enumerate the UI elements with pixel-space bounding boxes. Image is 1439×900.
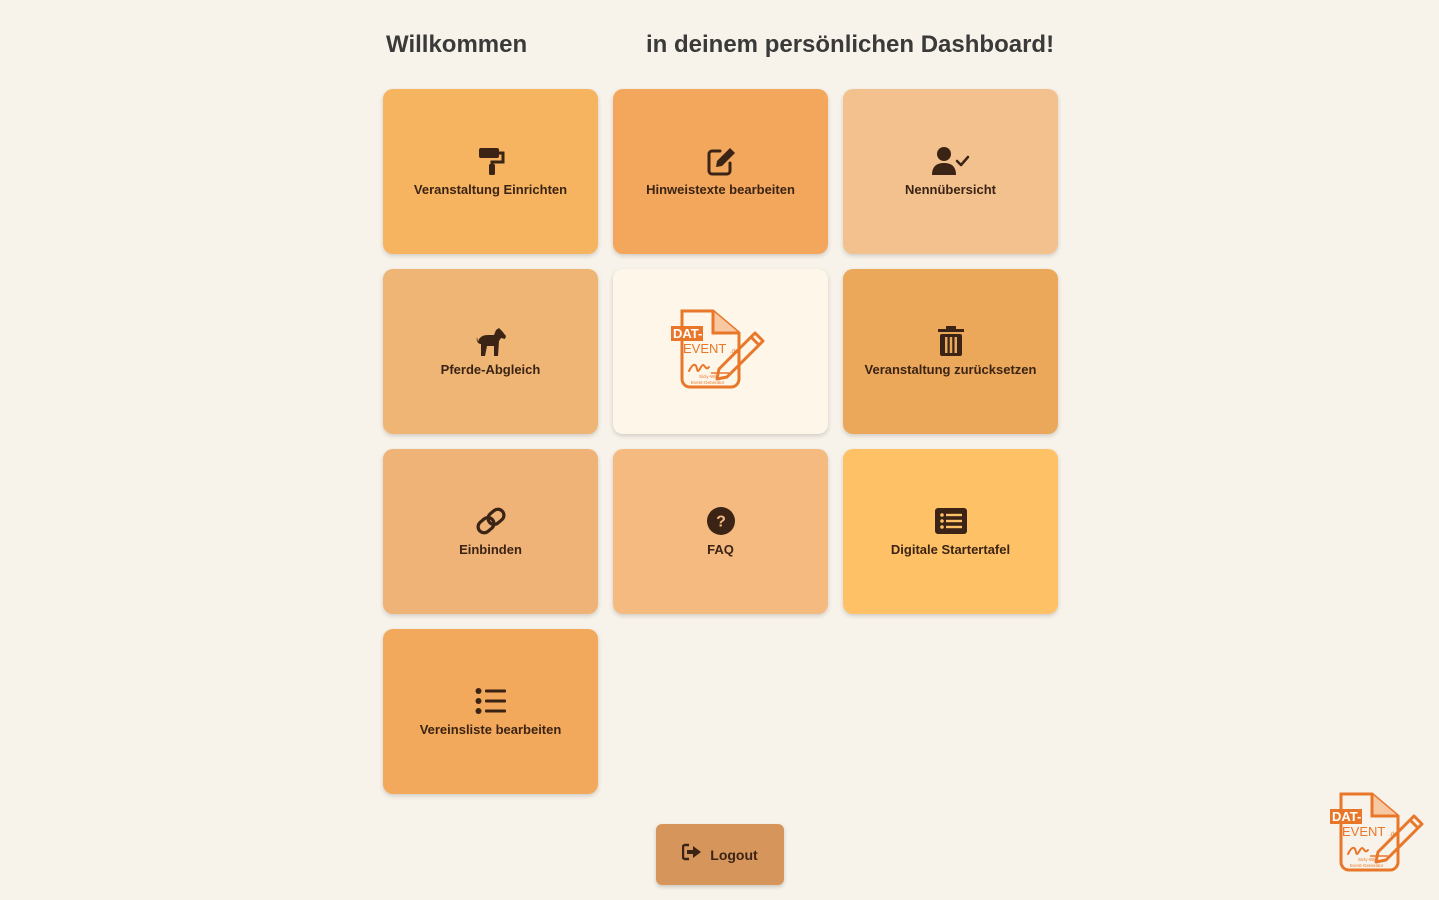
corner-logo-event-text: EVENT bbox=[1342, 824, 1385, 839]
trash-icon bbox=[934, 324, 968, 358]
tile-label: Hinweistexte bearbeiten bbox=[646, 182, 795, 197]
sign-out-icon bbox=[682, 843, 702, 866]
tile-label: Nennübersicht bbox=[904, 182, 996, 197]
corner-logo-dat-text: DAT- bbox=[1332, 809, 1361, 824]
tile-pferde-abgleich[interactable]: Pferde-Abgleich bbox=[383, 269, 598, 434]
logo-dat-text: DAT- bbox=[673, 326, 702, 341]
logout-button[interactable]: Logout bbox=[656, 824, 784, 885]
dashboard-grid: Veranstaltung Einrichten Hinweistexte be… bbox=[383, 89, 1058, 794]
tile-digitale-startertafel[interactable]: Digitale Startertafel bbox=[843, 449, 1058, 614]
tile-label: Digitale Startertafel bbox=[890, 542, 1011, 557]
welcome-word: Willkommen bbox=[386, 31, 528, 58]
tile-label: Vereinsliste bearbeiten bbox=[419, 722, 562, 737]
tile-vereinsliste-bearbeiten[interactable]: Vereinsliste bearbeiten bbox=[383, 629, 598, 794]
corner-logo-sub2-text: Event-Generator bbox=[1350, 863, 1384, 868]
user-check-icon bbox=[931, 144, 971, 178]
horse-icon bbox=[474, 324, 508, 358]
edit-icon bbox=[704, 144, 738, 178]
list-icon bbox=[474, 684, 508, 718]
tile-label: Einbinden bbox=[459, 542, 522, 557]
welcome-rest: in deinem persönlichen Dashboard! bbox=[646, 31, 1055, 58]
question-circle-icon: ? bbox=[704, 504, 738, 538]
dat-event-logo-tile: DAT- EVENT .de Sicly-Wild Event-Generato… bbox=[613, 269, 828, 434]
tile-einbinden[interactable]: Einbinden bbox=[383, 449, 598, 614]
tile-label: Veranstaltung zurücksetzen bbox=[864, 362, 1037, 377]
tile-faq[interactable]: ? FAQ bbox=[613, 449, 828, 614]
logout-label: Logout bbox=[710, 846, 758, 863]
tile-hinweistexte-bearbeiten[interactable]: Hinweistexte bearbeiten bbox=[613, 89, 828, 254]
paint-roller-icon bbox=[474, 144, 508, 178]
logo-sub2-text: Event-Generator bbox=[691, 380, 725, 385]
dat-event-corner-logo: DAT- EVENT .de Sicly-Wild Event-Generato… bbox=[1328, 790, 1432, 874]
welcome-heading: Willkommen in deinem persönlichen Dashbo… bbox=[386, 31, 1056, 61]
tile-label: Pferde-Abgleich bbox=[440, 362, 541, 377]
dat-event-logo: DAT- EVENT .de Sicly-Wild Event-Generato… bbox=[669, 307, 773, 396]
tile-label: FAQ bbox=[707, 542, 734, 557]
corner-logo-sub1-text: Sicly-Wild bbox=[1358, 857, 1378, 862]
tile-nennuebersicht[interactable]: Nennübersicht bbox=[843, 89, 1058, 254]
tile-veranstaltung-einrichten[interactable]: Veranstaltung Einrichten bbox=[383, 89, 598, 254]
tile-veranstaltung-zuruecksetzen[interactable]: Veranstaltung zurücksetzen bbox=[843, 269, 1058, 434]
tile-label: Veranstaltung Einrichten bbox=[413, 182, 568, 197]
logo-event-text: EVENT bbox=[683, 341, 726, 356]
svg-text:?: ? bbox=[716, 514, 726, 531]
link-icon bbox=[474, 504, 508, 538]
list-alt-icon bbox=[934, 504, 968, 538]
logo-sub1-text: Sicly-Wild bbox=[699, 374, 719, 379]
